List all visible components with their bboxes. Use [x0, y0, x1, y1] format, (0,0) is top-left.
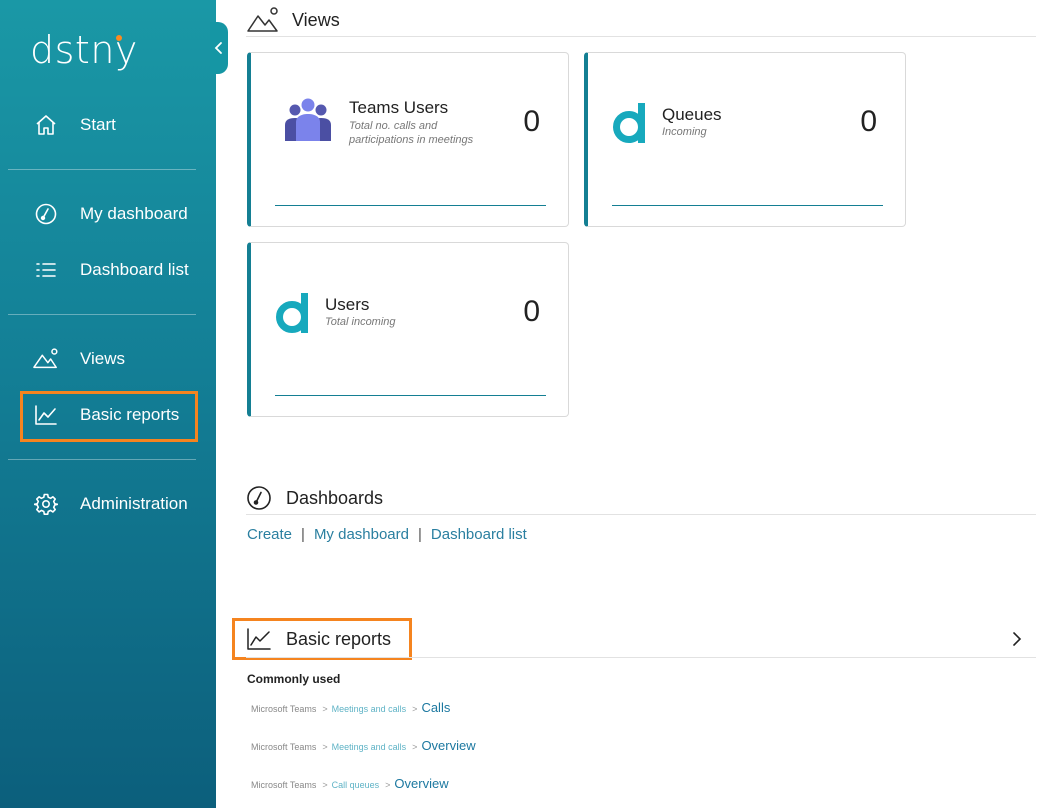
- commonly-used-label: Commonly used: [247, 672, 341, 686]
- card-subtitle: Total incoming: [325, 316, 396, 328]
- sidebar-divider: [8, 169, 196, 170]
- card-subtitle: Total no. calls and: [349, 120, 438, 132]
- report-link-row[interactable]: Microsoft Teams > Call queues > Overview: [251, 776, 449, 791]
- crumb-report-link[interactable]: Overview: [394, 776, 448, 791]
- view-card-queues[interactable]: Queues Incoming 0: [584, 52, 906, 227]
- sidebar-item-label: Administration: [80, 494, 188, 513]
- sidebar-item-label: Dashboard list: [80, 260, 189, 279]
- highlight-box-sidebar: [20, 391, 198, 442]
- crumb-report-link[interactable]: Overview: [421, 738, 475, 753]
- view-card-users[interactable]: Users Total incoming 0: [247, 242, 569, 417]
- crumb-separator: >: [412, 704, 418, 714]
- gear-icon: [33, 491, 59, 517]
- card-title: Queues: [662, 105, 722, 124]
- sidebar-item-views[interactable]: Views: [0, 339, 216, 379]
- report-link-row[interactable]: Microsoft Teams > Meetings and calls > C…: [251, 700, 450, 715]
- card-subtitle: participations in meetings: [349, 134, 474, 146]
- sidebar-collapse-button[interactable]: [210, 22, 228, 74]
- list-icon: [33, 257, 59, 283]
- card-rule: [275, 205, 546, 206]
- sidebar-item-start[interactable]: Start: [0, 105, 216, 145]
- card-rule: [275, 395, 546, 396]
- crumb-separator: >: [322, 780, 328, 790]
- crumb-report-link[interactable]: Calls: [421, 700, 450, 715]
- sidebar-item-dashboard-list[interactable]: Dashboard list: [0, 250, 216, 290]
- gauge-icon: [246, 485, 272, 511]
- basic-reports-divider: [246, 657, 1036, 658]
- dstny-d-icon: [275, 291, 315, 335]
- dstny-logo[interactable]: dstny: [30, 30, 138, 70]
- chevron-right-icon[interactable]: [1010, 630, 1024, 648]
- crumb-separator: >: [322, 704, 328, 714]
- dashboard-links: Create | My dashboard | Dashboard list: [247, 526, 527, 543]
- crumb-root: Microsoft Teams: [251, 742, 317, 752]
- highlight-box-basic-reports: [232, 618, 412, 660]
- sidebar-item-my-dashboard[interactable]: My dashboard: [0, 194, 216, 234]
- chevron-left-icon: [214, 42, 222, 54]
- sidebar-divider: [8, 314, 196, 315]
- card-title: Users: [325, 295, 370, 314]
- link-separator: |: [418, 526, 422, 543]
- dashboard-list-link[interactable]: Dashboard list: [431, 526, 527, 543]
- dashboards-divider: [246, 514, 1036, 515]
- crumb-separator: >: [412, 742, 418, 752]
- home-icon: [33, 112, 59, 138]
- crumb-separator: >: [322, 742, 328, 752]
- view-card-teams-users[interactable]: Teams Users Total no. calls and particip…: [247, 52, 569, 227]
- dashboards-title: Dashboards: [286, 487, 384, 508]
- sidebar-divider: [8, 459, 196, 460]
- logo-text: dstny: [30, 28, 138, 72]
- mountain-icon: [246, 6, 280, 34]
- sidebar-item-label: My dashboard: [80, 204, 188, 223]
- card-value: 0: [523, 295, 540, 328]
- crumb-category[interactable]: Call queues: [332, 780, 380, 790]
- views-header: Views: [246, 6, 340, 34]
- mountain-icon: [33, 346, 59, 372]
- views-divider: [246, 36, 1036, 37]
- gauge-icon: [33, 201, 59, 227]
- my-dashboard-link[interactable]: My dashboard: [314, 526, 409, 543]
- logo-accent-dot: [116, 35, 122, 41]
- sidebar-item-administration[interactable]: Administration: [0, 484, 216, 524]
- crumb-separator: >: [385, 780, 391, 790]
- card-value: 0: [523, 105, 540, 138]
- dashboards-header: Dashboards: [246, 485, 383, 511]
- link-separator: |: [301, 526, 305, 543]
- create-dashboard-link[interactable]: Create: [247, 526, 292, 543]
- crumb-root: Microsoft Teams: [251, 704, 317, 714]
- sidebar: dstny Start My dashboard Dashboard list …: [0, 0, 216, 808]
- sidebar-item-label: Start: [80, 115, 116, 134]
- report-link-row[interactable]: Microsoft Teams > Meetings and calls > O…: [251, 738, 476, 753]
- sidebar-item-label: Views: [80, 349, 126, 368]
- card-rule: [612, 205, 883, 206]
- teams-users-icon: [283, 97, 333, 143]
- crumb-category[interactable]: Meetings and calls: [332, 704, 407, 714]
- card-value: 0: [860, 105, 877, 138]
- views-title: Views: [292, 9, 340, 30]
- card-title: Teams Users: [349, 98, 449, 117]
- card-subtitle: Incoming: [662, 126, 707, 138]
- crumb-category[interactable]: Meetings and calls: [332, 742, 407, 752]
- crumb-root: Microsoft Teams: [251, 780, 317, 790]
- dstny-d-icon: [612, 101, 652, 145]
